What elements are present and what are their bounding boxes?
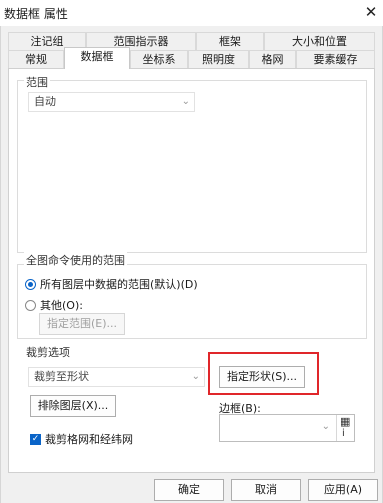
border-selector[interactable]: ⌄ ▦ ⅰ — [219, 414, 355, 442]
clip-grids-label: 裁剪格网和经纬网 — [45, 433, 133, 446]
chevron-down-icon: ⌄ — [321, 421, 330, 432]
radio-other-dot[interactable] — [25, 299, 36, 311]
extent-combo-value: 自动 — [34, 95, 56, 108]
cancel-button[interactable]: 取消 — [231, 479, 301, 501]
ok-button[interactable]: 确定 — [154, 479, 224, 501]
clip-combo-value: 裁剪至形状 — [34, 370, 89, 383]
full-extent-group-label: 全图命令使用的范围 — [24, 252, 127, 268]
exclude-layers-button[interactable]: 排除图层(X)... — [30, 395, 116, 417]
tab-feature-cache[interactable]: 要素缓存 — [296, 50, 375, 69]
tab-frame[interactable]: 框架 — [196, 32, 264, 51]
titlebar: 数据框 属性 ✕ — [0, 0, 383, 26]
radio-other[interactable]: 其他(O): — [25, 297, 83, 313]
tab-data-frame[interactable]: 数据框 — [64, 47, 130, 69]
specify-extent-button[interactable]: 指定范围(E)... — [39, 313, 125, 335]
close-icon[interactable]: ✕ — [362, 3, 380, 21]
tab-illumination[interactable]: 照明度 — [188, 50, 249, 69]
tab-grids[interactable]: 格网 — [249, 50, 296, 69]
tab-size-position[interactable]: 大小和位置 — [264, 32, 375, 51]
radio-all-layers[interactable]: 所有图层中数据的范围(默认)(D) — [25, 276, 198, 292]
tab-general[interactable]: 常规 — [8, 50, 64, 69]
info-icon[interactable]: ⅰ — [342, 428, 345, 439]
extent-combo[interactable]: 自动 ⌄ — [28, 92, 195, 112]
chevron-down-icon: ⌄ — [181, 96, 190, 107]
clip-grids-checkbox[interactable]: ✓ 裁剪格网和经纬网 — [30, 431, 133, 447]
highlight-box — [208, 352, 319, 395]
chevron-down-icon: ⌄ — [191, 371, 200, 382]
radio-other-label: 其他(O): — [40, 299, 83, 312]
grid-icon[interactable]: ▦ — [340, 415, 350, 428]
clip-combo[interactable]: 裁剪至形状 ⌄ — [28, 367, 205, 387]
window-title: 数据框 属性 — [4, 7, 68, 21]
border-side-buttons: ▦ ⅰ — [336, 415, 354, 441]
clip-group-label: 裁剪选项 — [24, 344, 72, 360]
check-icon[interactable]: ✓ — [30, 433, 41, 445]
tab-coordinate-system[interactable]: 坐标系 — [130, 50, 188, 69]
extent-group-label: 范围 — [24, 74, 50, 90]
radio-all-layers-label: 所有图层中数据的范围(默认)(D) — [40, 278, 198, 291]
radio-all-layers-dot[interactable] — [25, 278, 36, 290]
apply-button[interactable]: 应用(A) — [308, 479, 378, 501]
